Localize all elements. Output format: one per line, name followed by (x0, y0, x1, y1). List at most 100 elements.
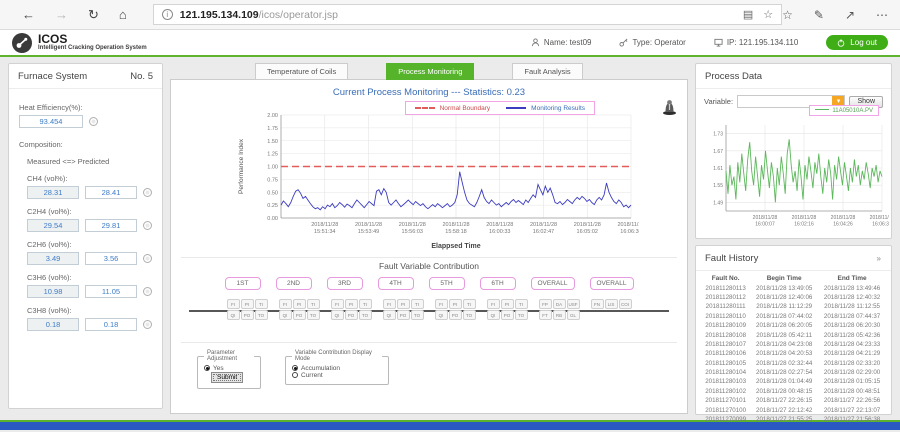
predicted-value[interactable]: 3.56 (85, 252, 137, 265)
predicted-value[interactable]: 11.05 (85, 285, 137, 298)
variable-box[interactable]: FI (279, 299, 292, 309)
predicted-value[interactable]: 28.41 (85, 186, 137, 199)
fvc-button-5th[interactable]: 5TH (429, 277, 465, 290)
site-info-icon[interactable]: i (162, 9, 173, 20)
annotate-pen-icon[interactable]: ✎ (814, 8, 824, 22)
variable-box[interactable]: FI (487, 299, 500, 309)
heat-efficiency-value[interactable]: 93.454 (19, 115, 83, 128)
fault-history-more-button[interactable]: » (877, 254, 882, 263)
fvc-button-3rd[interactable]: 3RD (327, 277, 363, 290)
variable-box[interactable]: TO (359, 310, 372, 320)
variable-box[interactable]: RB (553, 310, 566, 320)
variable-box[interactable]: QI (279, 310, 292, 320)
more-menu-icon[interactable]: ⋯ (876, 8, 888, 22)
variable-box[interactable]: TO (463, 310, 476, 320)
fault-history-row[interactable]: 2018112701002018/11/27 22:12:422018/11/2… (701, 405, 886, 414)
fvc-button-1st[interactable]: 1ST (225, 277, 261, 290)
variable-box[interactable]: PI (241, 299, 254, 309)
fault-history-row[interactable]: 2018112801032018/11/28 01:04:492018/11/2… (701, 377, 886, 386)
variable-box[interactable]: TI (359, 299, 372, 309)
variable-box[interactable]: TI (307, 299, 320, 309)
variable-box[interactable]: USF (567, 299, 580, 309)
submit-button[interactable]: Submit (211, 372, 243, 383)
home-icon[interactable]: ⌂ (119, 8, 127, 21)
gas-status-icon[interactable] (143, 320, 152, 329)
fault-history-row[interactable]: 2018112701012018/11/27 22:26:152018/11/2… (701, 396, 886, 405)
alarm-beacon-icon[interactable] (662, 98, 677, 115)
variable-box[interactable]: QI (331, 310, 344, 320)
gas-status-icon[interactable] (143, 221, 152, 230)
variable-box[interactable]: PI (449, 299, 462, 309)
fault-history-row[interactable]: 2018112801052018/11/28 02:32:442018/11/2… (701, 359, 886, 368)
variable-box[interactable]: TO (411, 310, 424, 320)
variable-box[interactable]: TO (255, 310, 268, 320)
variable-box[interactable]: FI (435, 299, 448, 309)
variable-box[interactable]: QI (487, 310, 500, 320)
variable-box[interactable]: PI (345, 299, 358, 309)
predicted-value[interactable]: 0.18 (85, 318, 137, 331)
gas-status-icon[interactable] (143, 287, 152, 296)
param-yes-radio[interactable] (204, 365, 210, 371)
variable-box[interactable]: TI (255, 299, 268, 309)
logout-button[interactable]: Log out (826, 35, 888, 50)
fvc-button-overall[interactable]: OVERALL (531, 277, 575, 290)
fault-history-row[interactable]: 2018112801112018/11/28 11:12:292018/11/2… (701, 302, 886, 311)
variable-box[interactable]: LIS (605, 299, 618, 309)
variable-box[interactable]: PO (449, 310, 462, 320)
fault-history-row[interactable]: 2018112700992018/11/27 21:55:252018/11/2… (701, 415, 886, 424)
tab-process-monitoring[interactable]: Process Monitoring (386, 63, 474, 80)
variable-box[interactable]: DA (553, 299, 566, 309)
address-bar[interactable]: i 121.195.134.109 /icos/operator.jsp ▤ ☆ (153, 4, 782, 25)
share-icon[interactable]: ↗ (845, 8, 855, 22)
predicted-value[interactable]: 29.81 (85, 219, 137, 232)
measured-value[interactable]: 0.18 (27, 318, 79, 331)
variable-box[interactable]: FI (383, 299, 396, 309)
favorites-hub-icon[interactable]: ☆ (782, 8, 793, 22)
fault-history-row[interactable]: 2018112801062018/11/28 04:20:532018/11/2… (701, 349, 886, 358)
tab-fault-analysis[interactable]: Fault Analysis (512, 63, 582, 80)
variable-box[interactable]: FI (331, 299, 344, 309)
fault-history-row[interactable]: 2018112801082018/11/28 05:42:112018/11/2… (701, 330, 886, 339)
variable-box[interactable]: PO (345, 310, 358, 320)
fault-history-row[interactable]: 2018112801022018/11/28 00:48:152018/11/2… (701, 387, 886, 396)
refresh-icon[interactable]: ↻ (88, 8, 99, 21)
fault-history-row[interactable]: 2018112801132018/11/28 13:49:052018/11/2… (701, 284, 886, 293)
variable-box[interactable]: QI (383, 310, 396, 320)
tab-temperature-of-coils[interactable]: Temperature of Coils (255, 63, 348, 80)
variable-box[interactable]: TI (411, 299, 424, 309)
measured-value[interactable]: 29.54 (27, 219, 79, 232)
variable-box[interactable]: PI (397, 299, 410, 309)
forward-icon[interactable]: → (55, 8, 68, 21)
variable-box[interactable]: FI (227, 299, 240, 309)
gas-status-icon[interactable] (143, 188, 152, 197)
variable-box[interactable]: TO (307, 310, 320, 320)
back-icon[interactable]: ← (22, 8, 35, 21)
variable-box[interactable]: FT (539, 310, 552, 320)
variable-box[interactable]: PO (293, 310, 306, 320)
variable-box[interactable]: PI (293, 299, 306, 309)
fault-history-row[interactable]: 2018112801102018/11/28 07:44:022018/11/2… (701, 312, 886, 321)
measured-value[interactable]: 10.98 (27, 285, 79, 298)
fault-history-row[interactable]: 2018112801042018/11/28 02:27:542018/11/2… (701, 368, 886, 377)
heat-efficiency-status-icon[interactable] (89, 117, 98, 126)
reading-view-icon[interactable]: ▤ (743, 8, 753, 21)
variable-box[interactable]: PI (501, 299, 514, 309)
fault-history-row[interactable]: 2018112801092018/11/28 06:20:052018/11/2… (701, 321, 886, 330)
variable-box[interactable]: PO (397, 310, 410, 320)
fault-history-row[interactable]: 2018112801122018/11/28 12:40:062018/11/2… (701, 293, 886, 302)
variable-box[interactable]: QI (227, 310, 240, 320)
variable-box[interactable]: COI (619, 299, 632, 309)
fvc-button-2nd[interactable]: 2ND (276, 277, 312, 290)
fault-history-row[interactable]: 2018112801072018/11/28 04:23:082018/11/2… (701, 340, 886, 349)
gas-status-icon[interactable] (143, 254, 152, 263)
measured-value[interactable]: 28.31 (27, 186, 79, 199)
variable-box[interactable]: PO (241, 310, 254, 320)
variable-box[interactable]: PO (501, 310, 514, 320)
mode-radio-accumulation[interactable] (292, 365, 298, 371)
variable-box[interactable]: GL (567, 310, 580, 320)
mode-radio-current[interactable] (292, 372, 298, 378)
variable-box[interactable]: TI (515, 299, 528, 309)
variable-box[interactable]: FP (539, 299, 552, 309)
variable-box[interactable]: FN (591, 299, 604, 309)
variable-box[interactable]: QI (435, 310, 448, 320)
